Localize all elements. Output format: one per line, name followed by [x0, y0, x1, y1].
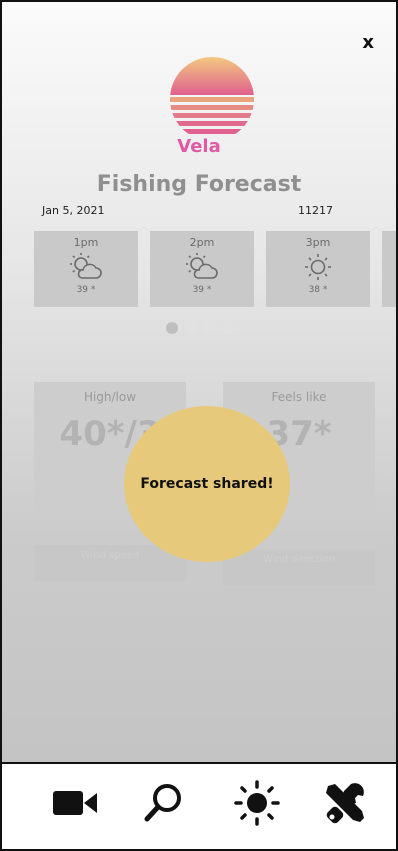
nav-tools-button[interactable]	[318, 778, 372, 828]
hour-temp: 39 *	[192, 285, 212, 295]
brand-name: Vela	[177, 136, 221, 157]
app-frame: x Vela Fishing Forecast Jan 5, 2021 1121…	[0, 0, 398, 851]
sun-icon	[234, 780, 280, 826]
wind-direction-label: Wind direction	[262, 554, 336, 565]
hour-card[interactable]: 2pm 39 *	[150, 231, 254, 307]
nav-weather-button[interactable]	[230, 778, 284, 828]
tools-icon	[326, 783, 364, 824]
feels-like-label: Feels like	[271, 390, 327, 404]
bottom-nav	[2, 762, 396, 849]
nav-camera-button[interactable]	[48, 778, 102, 828]
wind-speed-label: Wind speed	[80, 550, 140, 561]
carousel-dot[interactable]	[204, 322, 216, 334]
nav-search-button[interactable]	[136, 778, 190, 828]
hour-time: 2pm	[189, 236, 215, 249]
hour-time: 3pm	[305, 236, 331, 249]
close-button[interactable]: x	[362, 32, 374, 53]
sun-icon	[305, 254, 331, 280]
logo-icon	[170, 57, 254, 134]
share-toast: Forecast shared!	[124, 406, 290, 562]
hour-card[interactable]: 1pm 39 *	[34, 231, 138, 307]
toast-message: Forecast shared!	[140, 476, 274, 492]
forecast-date: Jan 5, 2021	[42, 204, 105, 217]
carousel-dot[interactable]	[185, 322, 197, 334]
hour-temp: 39 *	[76, 285, 96, 295]
highlow-label: High/low	[83, 390, 137, 404]
carousel-dot[interactable]	[166, 322, 178, 334]
forecast-screen: x Vela Fishing Forecast Jan 5, 2021 1121…	[2, 2, 396, 762]
partly-cloudy-icon	[70, 253, 102, 279]
page-title: Fishing Forecast	[96, 172, 302, 197]
video-camera-icon	[53, 791, 97, 815]
hour-card[interactable]: 3pm 38 *	[266, 231, 370, 307]
hour-time: 1pm	[73, 236, 99, 249]
hour-card-partial[interactable]	[382, 231, 396, 307]
wind-direction-card: Wind direction	[223, 549, 375, 585]
partly-cloudy-icon	[186, 253, 218, 279]
carousel-dot[interactable]	[223, 322, 235, 334]
zip-code: 11217	[298, 204, 333, 217]
carousel-dots	[166, 322, 235, 334]
search-icon	[144, 784, 181, 822]
hour-temp: 38 *	[308, 285, 328, 295]
